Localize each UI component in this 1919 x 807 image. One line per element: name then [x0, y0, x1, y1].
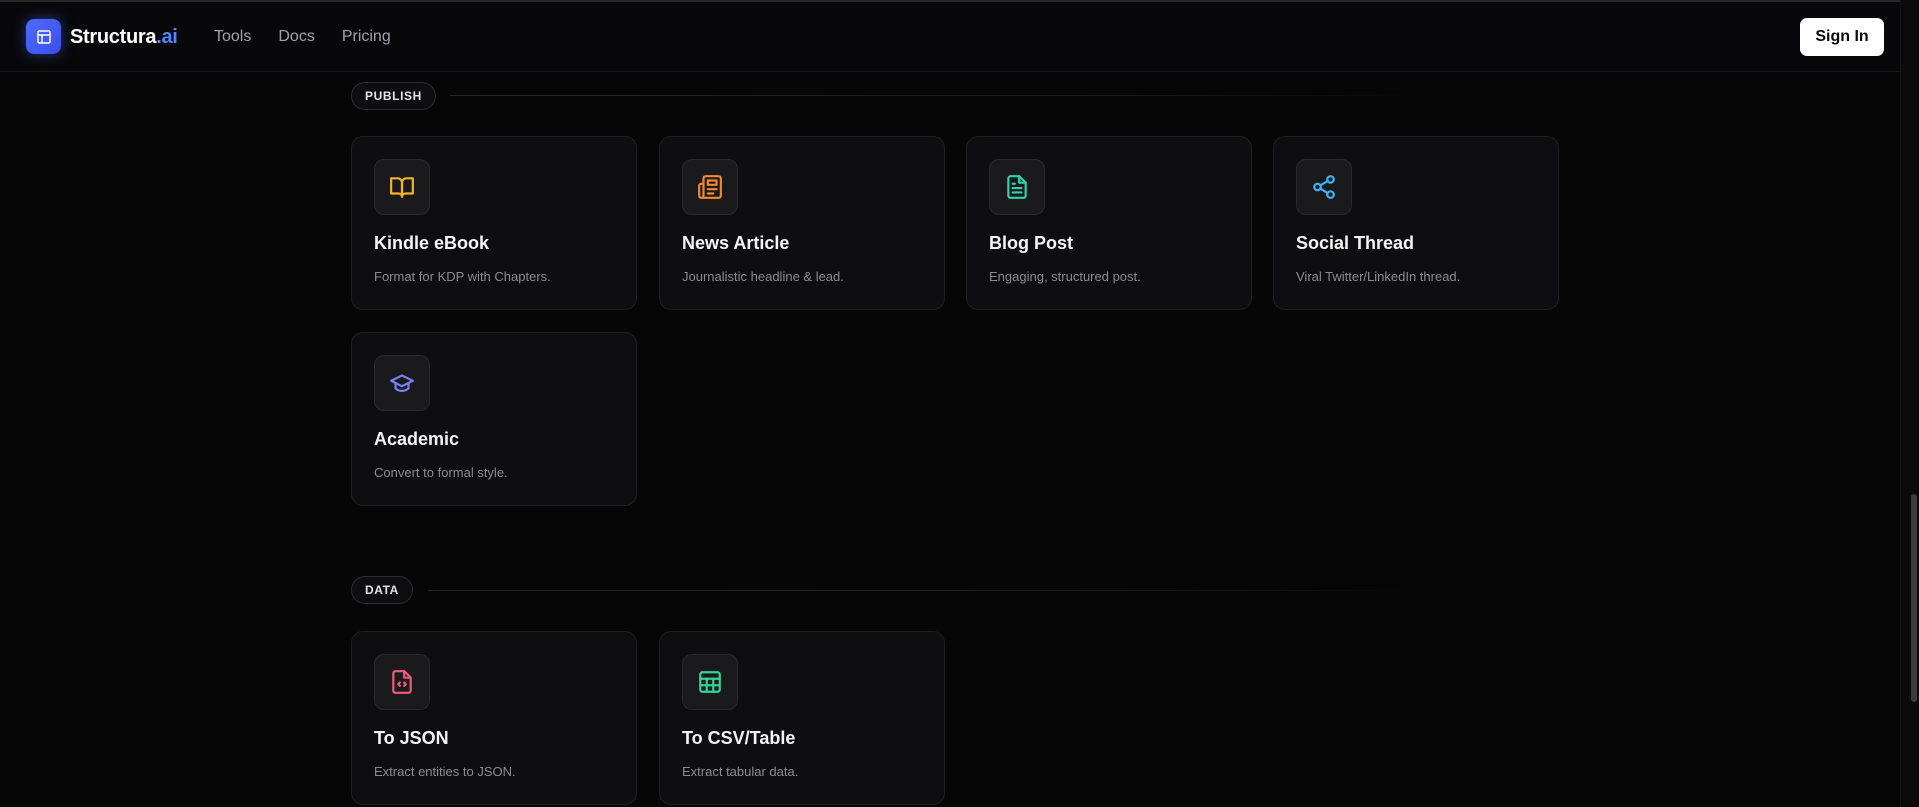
tool-card-kindle-ebook[interactable]: Kindle eBook Format for KDP with Chapter…	[351, 136, 637, 310]
file-code-icon	[374, 654, 430, 710]
section-divider	[428, 590, 1420, 591]
card-title: To JSON	[374, 728, 449, 748]
tool-card-social-thread[interactable]: Social Thread Viral Twitter/LinkedIn thr…	[1273, 136, 1559, 310]
card-title: Social Thread	[1296, 233, 1415, 253]
card-title: News Article	[682, 233, 790, 253]
card-description: Viral Twitter/LinkedIn thread.	[1296, 269, 1461, 284]
section-divider	[450, 95, 1420, 96]
card-description: Format for KDP with Chapters.	[374, 269, 551, 284]
brand-name-main: Structura	[70, 26, 157, 48]
nav-pricing[interactable]: Pricing	[342, 28, 391, 46]
scrollbar-thumb[interactable]	[1911, 494, 1917, 702]
section-label-publish: PUBLISH	[351, 82, 436, 110]
share-icon	[1296, 159, 1352, 215]
card-description: Convert to formal style.	[374, 465, 508, 480]
section-label-data: DATA	[351, 576, 413, 604]
graduation-cap-icon	[374, 355, 430, 411]
card-description: Extract entities to JSON.	[374, 764, 516, 779]
file-text-icon	[989, 159, 1045, 215]
card-description: Journalistic headline & lead.	[682, 269, 844, 284]
card-description: Engaging, structured post.	[989, 269, 1141, 284]
card-title: To CSV/Table	[682, 728, 796, 748]
card-title: Kindle eBook	[374, 233, 490, 253]
nav-docs[interactable]: Docs	[278, 28, 314, 46]
sign-in-button[interactable]: Sign In	[1800, 18, 1884, 56]
tool-card-blog-post[interactable]: Blog Post Engaging, structured post.	[966, 136, 1252, 310]
tool-card-news-article[interactable]: News Article Journalistic headline & lea…	[659, 136, 945, 310]
book-open-icon	[374, 159, 430, 215]
card-description: Extract tabular data.	[682, 764, 799, 779]
card-title: Blog Post	[989, 233, 1073, 253]
nav-tools[interactable]: Tools	[214, 28, 251, 46]
card-title: Academic	[374, 429, 460, 449]
logo-icon[interactable]	[26, 19, 61, 54]
newspaper-icon	[682, 159, 738, 215]
main-nav: Tools Docs Pricing	[214, 28, 418, 46]
tool-card-academic[interactable]: Academic Convert to formal style.	[351, 332, 637, 506]
top-navbar: Structura.ai Tools Docs Pricing Sign In	[0, 2, 1900, 72]
brand-name-suffix: .ai	[156, 26, 178, 48]
brand-name[interactable]: Structura.ai	[70, 26, 178, 49]
tool-card-to-json[interactable]: To JSON Extract entities to JSON.	[351, 631, 637, 805]
tool-card-to-csv-table[interactable]: To CSV/Table Extract tabular data.	[659, 631, 945, 805]
table-icon	[682, 654, 738, 710]
